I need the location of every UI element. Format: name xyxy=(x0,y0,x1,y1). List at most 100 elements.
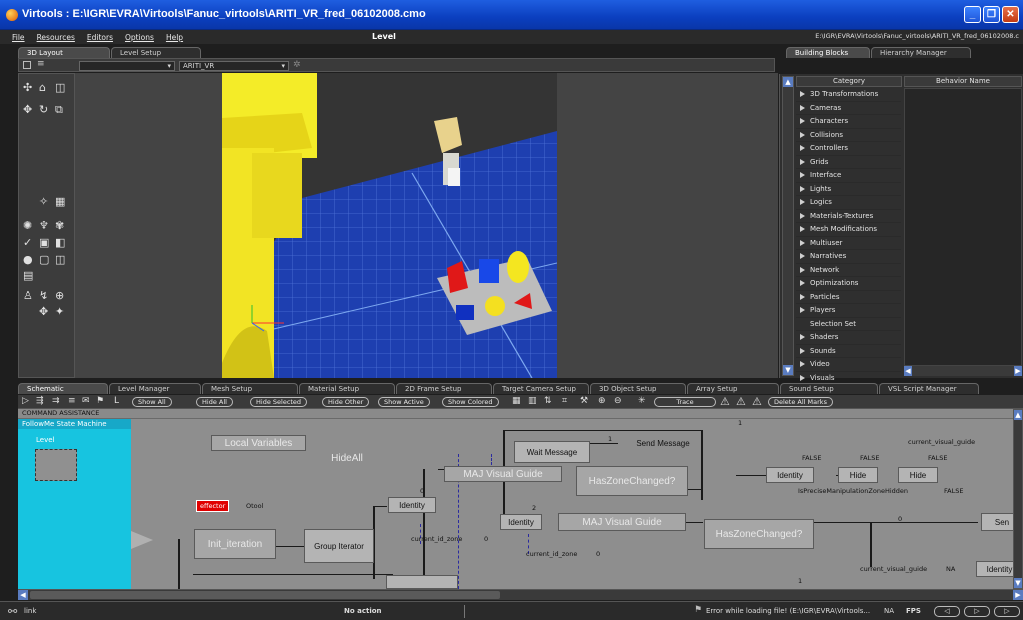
init-iteration-block[interactable]: Init_iteration xyxy=(194,529,276,559)
minimize-button[interactable]: _ xyxy=(964,6,981,23)
table-icon[interactable]: ▥ xyxy=(528,396,537,406)
camera-orbit-icon[interactable]: ✥ xyxy=(39,306,48,317)
close-button[interactable]: ✕ xyxy=(1002,6,1019,23)
category-item[interactable]: Players xyxy=(796,304,901,318)
character-create-icon[interactable]: ♆ xyxy=(39,220,49,231)
identity-block-3[interactable]: Identity xyxy=(766,467,814,483)
menu-icon[interactable]: ≡ xyxy=(37,60,45,69)
align-icon[interactable]: ≡ xyxy=(68,396,76,406)
breakpoint-icon[interactable]: ✳ xyxy=(638,396,646,406)
grid-create-icon[interactable]: ▤ xyxy=(23,270,33,281)
light-create-icon[interactable]: ✺ xyxy=(23,220,32,231)
camera-zoom-icon[interactable]: ⊕ xyxy=(55,290,64,301)
scroll-down-arrow[interactable]: ▼ xyxy=(1014,578,1022,588)
script-icon[interactable]: ⌗ xyxy=(562,396,567,406)
render-mode-select[interactable]: ▾ xyxy=(79,61,175,71)
mark-next-icon[interactable]: ⚠ xyxy=(736,395,746,408)
show-all-button[interactable]: Show All xyxy=(132,397,172,407)
expand-icon[interactable]: ⇶ xyxy=(36,396,44,406)
hide-all-button[interactable]: Hide All xyxy=(196,397,233,407)
delete-all-marks-button[interactable]: Delete All Marks xyxy=(768,397,833,407)
category-item[interactable]: Network xyxy=(796,264,901,277)
schematic-canvas[interactable]: COMMAND ASSISTANCE FollowMe State Machin… xyxy=(18,409,1023,589)
tab-vsl-script-manager[interactable]: VSL Script Manager xyxy=(879,383,979,394)
category-item[interactable]: Sounds xyxy=(796,345,901,358)
sort-icon[interactable]: ⇅ xyxy=(544,396,552,406)
show-colored-button[interactable]: Show Colored xyxy=(442,397,499,407)
behavior-hscroll[interactable]: ◀ ▶ xyxy=(904,366,1022,376)
open-icon[interactable]: ▷ xyxy=(22,396,29,406)
menu-editors[interactable]: Editors xyxy=(87,33,113,42)
category-item[interactable]: Cameras xyxy=(796,102,901,115)
snap-tool-icon[interactable]: ✧ xyxy=(39,196,48,207)
scroll-right-arrow[interactable]: ▶ xyxy=(1014,366,1022,376)
camera-dolly-icon[interactable]: ↯ xyxy=(39,290,48,301)
tab-schematic[interactable]: Schematic xyxy=(18,383,108,394)
level-owner-box[interactable] xyxy=(35,449,77,481)
viewport-layout-icon[interactable] xyxy=(23,61,31,69)
category-item[interactable]: Mesh Modifications xyxy=(796,223,901,237)
mark-icon[interactable]: ⚠ xyxy=(720,395,730,408)
hide-block-1[interactable]: Hide xyxy=(838,467,878,483)
has-zone-changed-block-2[interactable]: HasZoneChanged? xyxy=(704,519,814,549)
maj-visual-guide-block-1[interactable]: MAJ Visual Guide xyxy=(444,466,562,482)
menu-options[interactable]: Options xyxy=(125,33,154,42)
step-back-button[interactable]: ◁ xyxy=(934,606,960,617)
scroll-down-arrow[interactable]: ▼ xyxy=(783,365,793,375)
category-item[interactable]: Lights xyxy=(796,183,901,196)
mark-prev-icon[interactable]: ⚠ xyxy=(752,395,762,408)
schematic-vscroll[interactable]: ▲ ▼ xyxy=(1013,409,1023,589)
camera-settings-icon[interactable]: ✲ xyxy=(293,60,301,70)
category-item[interactable]: Materials-Textures xyxy=(796,210,901,223)
category-item[interactable]: Controllers xyxy=(796,142,901,156)
behavior-name-header[interactable]: Behavior Name xyxy=(904,76,1022,87)
tools-icon[interactable]: ⚒ xyxy=(580,396,588,406)
category-item[interactable]: Narratives xyxy=(796,250,901,264)
play-button[interactable]: ▷ xyxy=(964,606,990,617)
grid-tool-icon[interactable]: ▦ xyxy=(55,196,65,207)
link-icon[interactable]: L xyxy=(114,396,119,406)
category-item[interactable]: Shaders xyxy=(796,331,901,345)
mail-icon[interactable]: ✉ xyxy=(82,396,90,406)
category-header[interactable]: Category xyxy=(796,76,902,87)
camera-fov-icon[interactable]: ✦ xyxy=(55,306,64,317)
scroll-left-arrow[interactable]: ◀ xyxy=(904,366,912,376)
category-scrollbar[interactable]: ▲ ▼ xyxy=(782,76,794,376)
menu-help[interactable]: Help xyxy=(166,33,183,42)
category-item[interactable]: Logics xyxy=(796,196,901,210)
flag-icon[interactable]: ⚑ xyxy=(96,396,104,406)
curve-create-icon[interactable]: ✓ xyxy=(23,237,32,248)
zoom-out-icon[interactable]: ⊖ xyxy=(614,396,622,406)
wait-message-block[interactable]: Wait Message xyxy=(514,441,590,463)
send-message-block[interactable]: Send Message xyxy=(623,436,703,450)
3d-viewport[interactable] xyxy=(222,73,557,378)
tab-sound-setup[interactable]: Sound Setup xyxy=(780,383,878,394)
error-message[interactable]: Error while loading file! (E:\IGR\EVRA\V… xyxy=(706,607,870,615)
has-zone-changed-block-1[interactable]: HasZoneChanged? xyxy=(576,466,688,496)
show-active-button[interactable]: Show Active xyxy=(378,397,430,407)
category-item[interactable]: Characters xyxy=(796,115,901,129)
scroll-up-arrow[interactable]: ▲ xyxy=(1014,410,1022,420)
lock-tool-icon[interactable]: ⌂ xyxy=(39,82,46,93)
scale-tool-icon[interactable]: ◫ xyxy=(55,82,65,93)
select-tool-icon[interactable]: ✣ xyxy=(23,82,32,93)
hide-all-block[interactable]: HideAll xyxy=(322,451,372,465)
sphere-create-icon[interactable]: ● xyxy=(23,254,33,265)
category-item[interactable]: Particles xyxy=(796,291,901,304)
camera-pan-icon[interactable]: ♙ xyxy=(23,290,33,301)
category-item[interactable]: Interface xyxy=(796,169,901,183)
hide-block-2[interactable]: Hide xyxy=(898,467,938,483)
effector-parameter[interactable]: effector xyxy=(196,500,230,512)
scroll-left-arrow[interactable]: ◀ xyxy=(18,590,28,600)
camera-select[interactable]: ARITI_VR ▾ xyxy=(179,61,289,71)
schematic-hscroll[interactable]: ◀ ▶ xyxy=(18,589,1023,600)
frame-create-icon[interactable]: ▣ xyxy=(39,237,49,248)
maj-visual-guide-block-2[interactable]: MAJ Visual Guide xyxy=(558,513,686,531)
script-header[interactable]: FollowMe State Machine xyxy=(18,419,131,429)
tab-level-manager[interactable]: Level Manager xyxy=(109,383,201,394)
scroll-up-arrow[interactable]: ▲ xyxy=(783,77,793,87)
scroll-thumb[interactable] xyxy=(30,591,500,599)
hide-other-button[interactable]: Hide Other xyxy=(322,397,370,407)
texture-create-icon[interactable]: ◧ xyxy=(55,237,65,248)
category-item[interactable]: Video xyxy=(796,358,901,372)
